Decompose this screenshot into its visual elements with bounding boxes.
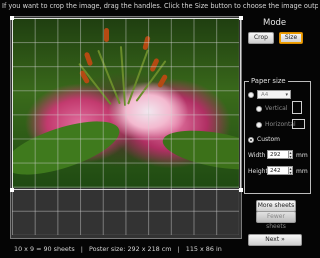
poster-size-inches: 115 x 86 in	[185, 245, 222, 253]
crop-button[interactable]: Crop	[248, 32, 274, 44]
paper-size-group: Paper size A4 ▾ Vertical Horizontal Cust…	[244, 77, 311, 194]
chevron-down-icon: ▾	[285, 92, 288, 98]
crop-handle-top-right[interactable]	[239, 16, 243, 20]
width-unit: mm	[296, 152, 308, 159]
portrait-icon	[292, 101, 302, 114]
height-label: Height	[248, 168, 268, 175]
preset-radio[interactable]	[248, 92, 254, 98]
paper-preset-select[interactable]: A4 ▾	[257, 90, 291, 99]
paper-preset-value: A4	[261, 92, 269, 98]
height-stepper[interactable]: ▴ ▾	[288, 166, 293, 175]
height-input[interactable]: 242	[267, 166, 289, 175]
poster-size: Poster size: 292 x 218 cm	[88, 245, 172, 253]
sheet-count: 10 x 9 = 90 sheets	[14, 245, 75, 253]
horizontal-radio[interactable]	[256, 122, 262, 128]
crop-area[interactable]	[10, 16, 243, 192]
vertical-label: Vertical	[265, 105, 288, 112]
landscape-icon	[292, 119, 305, 129]
fewer-sheets-button[interactable]: Fewer sheets	[256, 211, 296, 230]
vertical-radio[interactable]	[256, 106, 262, 112]
height-unit: mm	[296, 168, 308, 175]
separator: |	[80, 245, 83, 253]
crop-handle-bottom-left[interactable]	[10, 188, 14, 192]
width-input[interactable]: 292	[267, 150, 289, 159]
paper-size-title: Paper size	[249, 77, 288, 85]
next-button[interactable]: Next »	[248, 234, 302, 246]
crop-handle-bottom-right[interactable]	[239, 188, 243, 192]
custom-label: Custom	[257, 136, 280, 143]
size-button[interactable]: Size	[279, 32, 303, 44]
width-stepper[interactable]: ▴ ▾	[288, 150, 293, 159]
width-label: Width	[248, 152, 266, 159]
instructions: If you want to crop the image, drag the …	[2, 2, 318, 10]
side-panel: Mode Crop Size Paper size A4 ▾ Vertical …	[244, 16, 318, 246]
separator: |	[177, 245, 180, 253]
crop-handle-top-left[interactable]	[10, 16, 14, 20]
custom-radio[interactable]	[248, 137, 254, 143]
mode-title: Mode	[263, 18, 287, 28]
